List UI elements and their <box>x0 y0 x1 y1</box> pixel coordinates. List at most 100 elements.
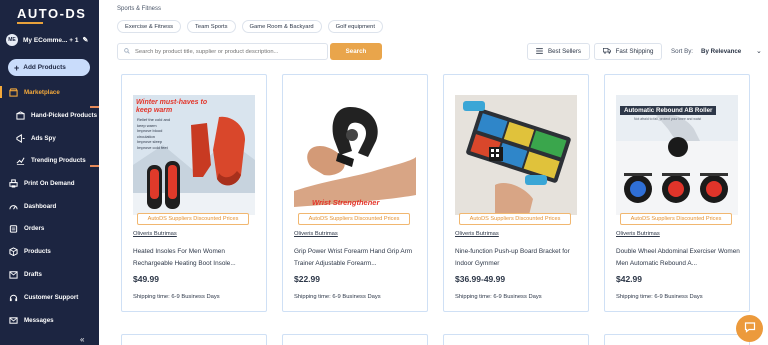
product-price: $36.99-49.99 <box>455 274 506 284</box>
best-sellers-button[interactable]: Best Sellers <box>527 43 590 60</box>
sidebar-item-dashboard[interactable]: Dashboard <box>0 197 99 215</box>
product-card[interactable] <box>604 334 750 345</box>
sidebar: AUTO-DS ME My EComme... + 1 ✎ + Add Prod… <box>0 0 99 345</box>
category-chip-golf-equipment[interactable]: Golf equipment <box>327 20 383 33</box>
product-title[interactable]: Double Wheel Abdominal Exerciser Women M… <box>616 246 742 270</box>
product-image[interactable] <box>455 95 577 215</box>
autods-logo[interactable]: AUTO-DS <box>17 6 86 21</box>
megaphone-icon <box>16 133 25 143</box>
image-bullet: Improve cold feet <box>137 144 168 150</box>
breadcrumb: Sports & Fitness <box>117 6 162 12</box>
product-image[interactable]: Wrist Strengthener <box>294 95 416 215</box>
supplier-link[interactable]: Oliveris Butrimas <box>616 231 660 237</box>
best-sellers-label: Best Sellers <box>547 48 581 55</box>
sidebar-item-label: Print On Demand <box>24 179 75 187</box>
sort-dropdown[interactable]: By Relevance <box>701 48 741 55</box>
category-chip-exercise-fitness[interactable]: Exercise & Fitness <box>117 20 181 33</box>
product-title[interactable]: Heated Insoles For Men Women Rechargeabl… <box>133 246 259 270</box>
supplier-link[interactable]: Oliveris Butrimas <box>455 231 499 237</box>
sidebar-item-label: Ads Spy <box>31 134 56 142</box>
sidebar-item-ads-spy[interactable]: Ads Spy <box>0 129 99 147</box>
product-card[interactable]: Wrist Strengthener AutoDS Suppliers Disc… <box>282 74 428 312</box>
search-box <box>117 43 328 60</box>
store-icon <box>9 87 18 97</box>
image-bullet-list: Relief the cold and keep warm Improve bl… <box>137 117 170 150</box>
sidebar-item-label: Marketplace <box>24 88 60 96</box>
sidebar-item-label: Messages <box>24 316 54 324</box>
product-card[interactable] <box>121 334 267 345</box>
printer-icon <box>9 178 18 188</box>
store-avatar: ME <box>6 34 18 46</box>
chat-button[interactable] <box>736 315 763 342</box>
supplier-link[interactable]: Oliveris Butrimas <box>294 231 338 237</box>
discount-badge: AutoDS Suppliers Discounted Prices <box>459 213 571 225</box>
sidebar-item-label: Drafts <box>24 270 42 278</box>
discount-badge: AutoDS Suppliers Discounted Prices <box>137 213 249 225</box>
sort-label: Sort By: <box>671 48 694 55</box>
cube-icon <box>9 246 18 256</box>
image-bullet: Relief the cold and <box>137 117 171 122</box>
chat-icon <box>744 321 756 336</box>
truck-icon <box>602 47 611 56</box>
chevron-down-icon[interactable]: ⌄ <box>756 47 762 55</box>
product-image[interactable]: Automatic Rebound AB Roller Not afraid t… <box>616 95 738 215</box>
headset-icon <box>9 293 18 302</box>
list-icon <box>536 47 543 56</box>
add-products-button[interactable]: + Add Products <box>8 59 90 76</box>
shipping-time: Shipping time: 6-9 Business Days <box>616 294 703 300</box>
search-input[interactable] <box>135 48 325 55</box>
image-caption: Winter must-haves to keep warm <box>136 99 208 114</box>
discount-badge: AutoDS Suppliers Discounted Prices <box>620 213 732 225</box>
sidebar-item-label: Trending Products <box>31 156 86 164</box>
product-card[interactable]: Winter must-haves to keep warm Relief th… <box>121 74 267 312</box>
trend-icon <box>16 156 25 165</box>
fast-shipping-label: Fast Shipping <box>615 48 654 55</box>
category-chip-team-sports[interactable]: Team Sports <box>187 20 236 33</box>
collapse-sidebar-button[interactable]: « <box>80 335 84 344</box>
category-chips: Exercise & Fitness Team Sports Game Room… <box>117 20 383 33</box>
highlight-stripe <box>90 165 99 167</box>
search-icon <box>124 47 130 56</box>
product-card[interactable]: AutoDS Suppliers Discounted Prices Olive… <box>443 74 589 312</box>
product-price: $22.99 <box>294 274 320 284</box>
sidebar-item-print-on-demand[interactable]: Print On Demand <box>0 174 99 192</box>
product-card[interactable] <box>282 334 428 345</box>
sidebar-item-label: Products <box>24 247 51 255</box>
image-caption: Wrist Strengthener <box>312 198 380 207</box>
category-chip-game-room-backyard[interactable]: Game Room & Backyard <box>241 20 322 33</box>
shipping-time: Shipping time: 6-9 Business Days <box>455 294 542 300</box>
product-title[interactable]: Grip Power Wrist Forearm Hand Grip Arm T… <box>294 246 420 270</box>
sidebar-item-customer-support[interactable]: Customer Support <box>0 288 99 306</box>
drafts-icon <box>9 270 18 279</box>
fast-shipping-button[interactable]: Fast Shipping <box>594 43 662 60</box>
sidebar-item-drafts[interactable]: Drafts <box>0 265 99 283</box>
product-card[interactable]: Automatic Rebound AB Roller Not afraid t… <box>604 74 750 312</box>
product-image[interactable]: Winter must-haves to keep warm Relief th… <box>133 95 255 215</box>
sidebar-item-label: Hand-Picked Products <box>31 111 98 119</box>
sidebar-item-label: Customer Support <box>24 293 79 301</box>
sidebar-item-messages[interactable]: Messages <box>0 311 99 329</box>
supplier-link[interactable]: Oliveris Butrimas <box>133 231 177 237</box>
product-price: $42.99 <box>616 274 642 284</box>
cart-icon <box>9 224 18 233</box>
sidebar-item-products[interactable]: Products <box>0 242 99 260</box>
shipping-time: Shipping time: 6-9 Business Days <box>294 294 381 300</box>
sidebar-item-orders[interactable]: Orders <box>0 219 99 237</box>
sidebar-item-hand-picked-products[interactable]: Hand-Picked Products <box>0 106 99 124</box>
sidebar-item-marketplace[interactable]: Marketplace <box>0 83 99 101</box>
sidebar-item-trending-products[interactable]: Trending Products <box>0 151 99 169</box>
sidebar-item-label: Orders <box>24 224 45 232</box>
add-products-label: Add Products <box>23 64 66 71</box>
product-price: $49.99 <box>133 274 159 284</box>
store-name: My EComme... + 1 <box>23 36 79 44</box>
gauge-icon <box>9 202 18 211</box>
search-button[interactable]: Search <box>330 43 382 60</box>
pencil-icon[interactable]: ✎ <box>82 36 88 44</box>
image-caption: Automatic Rebound AB Roller <box>620 106 717 115</box>
shipping-time: Shipping time: 6-9 Business Days <box>133 294 220 300</box>
plus-icon: + <box>14 62 20 73</box>
mail-icon <box>9 316 18 325</box>
product-card[interactable] <box>443 334 589 345</box>
store-selector[interactable]: ME My EComme... + 1 ✎ <box>6 33 96 47</box>
product-title[interactable]: Nine-function Push-up Board Bracket for … <box>455 246 581 270</box>
